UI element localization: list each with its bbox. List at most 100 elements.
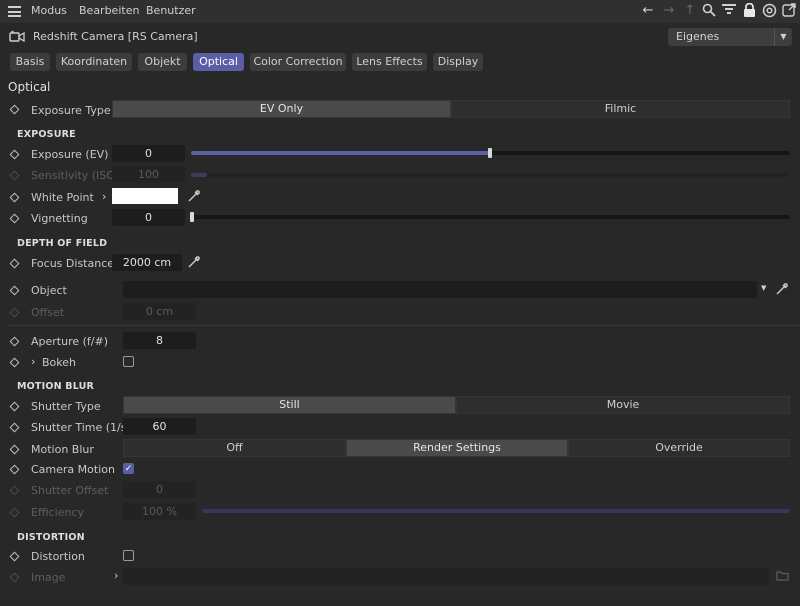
keyframe-diamond-icon[interactable]	[9, 357, 20, 368]
eyedropper-icon[interactable]	[187, 189, 201, 203]
eyedropper-icon[interactable]	[187, 255, 201, 269]
bokeh-label: Bokeh	[42, 356, 76, 369]
tab-color-correction[interactable]: Color Correction	[250, 53, 346, 71]
keyframe-diamond-icon[interactable]	[9, 422, 20, 433]
vignetting-slider[interactable]	[191, 215, 790, 219]
keyframe-diamond-icon[interactable]	[9, 104, 20, 115]
keyframe-diamond-icon[interactable]	[9, 401, 20, 412]
menu-benutzer[interactable]: Benutzer	[146, 4, 196, 17]
eyedropper-icon[interactable]	[775, 282, 789, 296]
white-point-swatch[interactable]	[112, 188, 178, 204]
offset-label: Offset	[31, 306, 65, 319]
motion-blur-override[interactable]: Override	[568, 439, 790, 457]
keyframe-diamond-icon[interactable]	[9, 444, 20, 455]
vignetting-slider-handle[interactable]	[190, 212, 194, 222]
chevron-right-icon[interactable]: ›	[31, 355, 35, 368]
shutter-type-still[interactable]: Still	[123, 396, 456, 414]
tab-basis[interactable]: Basis	[10, 53, 50, 71]
offset-field: 0 cm	[123, 303, 196, 320]
keyframe-diamond-icon	[9, 485, 20, 496]
object-label: Object	[31, 284, 67, 297]
divider	[8, 325, 800, 326]
preset-dropdown[interactable]: Eigenes ▼	[668, 28, 792, 46]
exposure-ev-slider-handle[interactable]	[488, 148, 492, 158]
aperture-label: Aperture (f/#)	[31, 335, 109, 348]
hamburger-menu-icon[interactable]	[8, 6, 21, 17]
menu-modus[interactable]: Modus	[31, 4, 67, 17]
menu-bar: Modus Bearbeiten Benutzer ← → ↑	[0, 0, 800, 23]
new-window-icon[interactable]	[781, 3, 797, 19]
exposure-heading: EXPOSURE	[17, 129, 76, 140]
tab-objekt[interactable]: Objekt	[138, 53, 187, 71]
keyframe-diamond-icon[interactable]	[9, 258, 20, 269]
dof-heading: DEPTH OF FIELD	[17, 238, 108, 249]
shutter-type-label: Shutter Type	[31, 400, 101, 413]
chevron-down-icon: ▼	[774, 28, 792, 46]
camera-icon	[9, 30, 25, 44]
chevron-right-icon[interactable]: ›	[102, 190, 106, 203]
chevron-down-icon[interactable]: ▼	[761, 284, 766, 292]
shutter-type-movie[interactable]: Movie	[456, 396, 790, 414]
target-icon[interactable]	[761, 3, 777, 19]
tab-optical[interactable]: Optical	[193, 53, 244, 71]
preset-value: Eigenes	[676, 30, 720, 43]
search-icon[interactable]	[701, 3, 717, 19]
image-path-field	[123, 568, 769, 585]
distortion-label: Distortion	[31, 550, 85, 563]
chevron-right-icon[interactable]: ›	[114, 569, 118, 582]
back-arrow-icon[interactable]: ←	[640, 3, 656, 19]
keyframe-diamond-icon[interactable]	[9, 285, 20, 296]
keyframe-diamond-icon[interactable]	[9, 551, 20, 562]
keyframe-diamond-icon	[9, 307, 20, 318]
object-title: Redshift Camera [RS Camera]	[33, 30, 198, 43]
shutter-offset-label: Shutter Offset	[31, 484, 109, 497]
keyframe-diamond-icon[interactable]	[9, 149, 20, 160]
object-link-field[interactable]	[123, 281, 757, 298]
lock-icon[interactable]	[741, 2, 757, 19]
vignetting-label: Vignetting	[31, 212, 88, 225]
camera-motion-label: Camera Motion	[31, 463, 115, 476]
distortion-checkbox[interactable]	[123, 550, 134, 561]
motion-blur-off[interactable]: Off	[123, 439, 346, 457]
sensitivity-iso-field: 100	[112, 166, 185, 183]
aperture-field[interactable]: 8	[123, 332, 196, 349]
efficiency-slider	[202, 509, 790, 513]
focus-distance-label: Focus Distance	[31, 257, 115, 270]
shutter-time-label: Shutter Time (1/s)	[31, 421, 131, 434]
sensitivity-iso-slider	[191, 173, 790, 177]
distortion-heading: DISTORTION	[17, 532, 85, 543]
image-label: Image	[31, 571, 66, 584]
exposure-ev-label: Exposure (EV)	[31, 148, 109, 161]
filter-icon[interactable]	[721, 3, 737, 19]
vignetting-field[interactable]: 0	[112, 209, 185, 226]
motion-blur-label: Motion Blur	[31, 443, 94, 456]
forward-arrow-icon[interactable]: →	[661, 3, 677, 19]
exposure-ev-field[interactable]: 0	[112, 145, 185, 162]
menu-bearbeiten[interactable]: Bearbeiten	[79, 4, 139, 17]
bokeh-checkbox[interactable]	[123, 356, 134, 367]
focus-distance-field[interactable]: 2000 cm	[112, 254, 182, 271]
keyframe-diamond-icon[interactable]	[9, 213, 20, 224]
tab-koordinaten[interactable]: Koordinaten	[56, 53, 132, 71]
tab-lens-effects[interactable]: Lens Effects	[352, 53, 427, 71]
keyframe-diamond-icon[interactable]	[9, 464, 20, 475]
up-arrow-icon[interactable]: ↑	[682, 3, 698, 19]
camera-motion-checkbox[interactable]: ✓	[123, 463, 134, 474]
tab-display[interactable]: Display	[433, 53, 483, 71]
exposure-ev-slider-fill	[191, 151, 490, 155]
shutter-offset-field: 0	[123, 481, 196, 498]
keyframe-diamond-icon	[9, 572, 20, 583]
sensitivity-iso-slider-fill	[191, 173, 207, 177]
exposure-type-ev-only[interactable]: EV Only	[112, 100, 451, 118]
motion-blur-render-settings[interactable]: Render Settings	[346, 439, 568, 457]
folder-icon[interactable]	[776, 570, 790, 584]
keyframe-diamond-icon[interactable]	[9, 192, 20, 203]
keyframe-diamond-icon	[9, 507, 20, 518]
exposure-type-label: Exposure Type	[31, 104, 111, 117]
exposure-type-filmic[interactable]: Filmic	[451, 100, 790, 118]
white-point-label: White Point	[31, 191, 94, 204]
keyframe-diamond-icon[interactable]	[9, 336, 20, 347]
shutter-time-field[interactable]: 60	[123, 418, 196, 435]
section-title: Optical	[8, 80, 51, 94]
keyframe-diamond-icon	[9, 170, 20, 181]
